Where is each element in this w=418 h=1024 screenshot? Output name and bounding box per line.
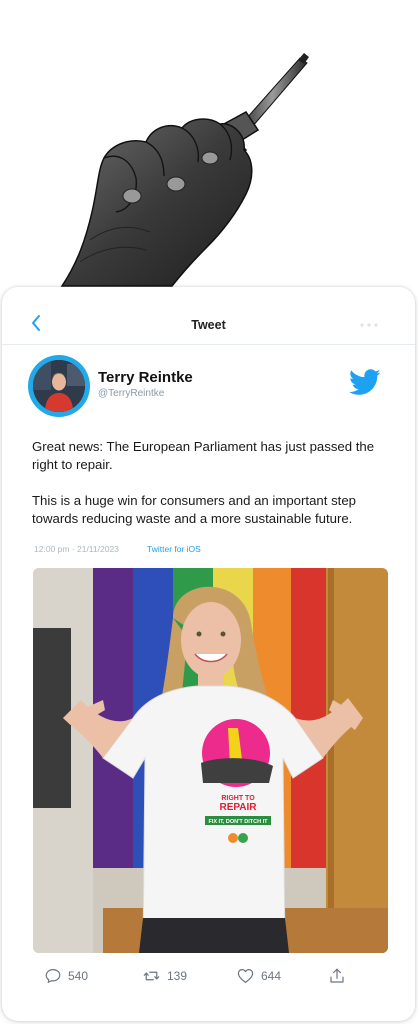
tweet-paragraph: This is a huge win for consumers and an … — [32, 493, 356, 526]
top-bar: Tweet — [2, 287, 415, 345]
shirt-print-line1: RIGHT TO — [221, 795, 255, 802]
avatar-photo — [33, 360, 85, 412]
like-count: 644 — [261, 969, 282, 983]
more-options-icon[interactable] — [359, 322, 379, 328]
reply-button[interactable]: 540 — [44, 967, 88, 985]
tweet-text: Great news: The European Parliament has … — [32, 438, 384, 546]
avatar[interactable] — [28, 355, 90, 417]
tweet-source-link[interactable]: Twitter for iOS — [147, 544, 201, 554]
like-button[interactable]: 644 — [236, 967, 281, 985]
tweet-photo[interactable]: RIGHT TO REPAIR FIX IT, DON'T DITCH IT — [33, 568, 388, 953]
hand — [60, 118, 253, 287]
tweet-paragraph: Great news: The European Parliament has … — [32, 439, 375, 472]
heart-icon — [237, 969, 254, 983]
retweet-icon — [143, 971, 160, 981]
shirt-print-line2: REPAIR — [219, 802, 257, 813]
tweet-actions: 540 139 644 — [2, 967, 415, 989]
retweet-button[interactable]: 139 — [142, 967, 187, 985]
twitter-bird-icon — [349, 369, 381, 395]
share-button[interactable] — [328, 967, 346, 985]
hand-screwdriver-illustration — [0, 0, 418, 300]
reply-icon — [45, 969, 61, 983]
author-name[interactable]: Terry Reintke — [98, 369, 193, 386]
reply-count: 540 — [68, 969, 89, 983]
tweet-timestamp: 12:00 pm · 21/11/2023 — [34, 544, 119, 554]
author-handle[interactable]: @TerryReintke — [98, 388, 164, 399]
retweet-count: 139 — [167, 969, 188, 983]
tweet-card: Tweet Terry Reintke @TerryReintke Great … — [2, 287, 415, 1021]
page-title: Tweet — [191, 318, 226, 332]
share-icon — [330, 968, 344, 983]
shirt-print-banner: FIX IT, DON'T DITCH IT — [208, 819, 268, 825]
